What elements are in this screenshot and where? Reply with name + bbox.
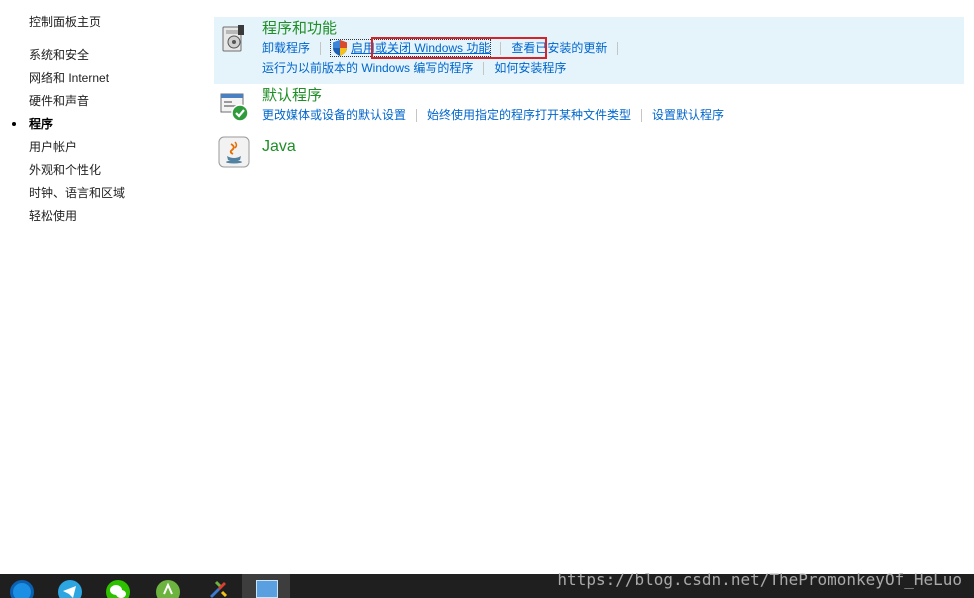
nav-item-network-internet[interactable]: 网络和 Internet: [29, 70, 109, 86]
nav-item-hardware-sound[interactable]: 硬件和声音: [29, 93, 89, 109]
telegram-icon: [58, 580, 82, 598]
programs-features-links-row2: 运行为以前版本的 Windows 编写的程序 如何安装程序: [262, 60, 566, 76]
section-default-programs: 默认程序 更改媒体或设备的默认设置 始终使用指定的程序打开某种文件类型 设置默认程序: [214, 85, 964, 129]
nav-item-control-panel-home[interactable]: 控制面板主页: [29, 14, 101, 30]
taskbar-telegram-button[interactable]: [48, 574, 96, 598]
default-programs-links: 更改媒体或设备的默认设置 始终使用指定的程序打开某种文件类型 设置默认程序: [262, 107, 724, 123]
media-device-defaults-link[interactable]: 更改媒体或设备的默认设置: [262, 107, 406, 123]
separator: [500, 42, 502, 56]
nav-item-ease-of-access[interactable]: 轻松使用: [29, 208, 77, 224]
active-bullet: [12, 122, 16, 126]
separator: [483, 62, 485, 76]
how-to-install-link[interactable]: 如何安装程序: [494, 60, 566, 76]
windows-features-link[interactable]: 启用或关闭 Windows 功能: [330, 39, 492, 57]
separator: [416, 109, 418, 123]
taskbar-android-studio-button[interactable]: [144, 574, 192, 598]
separator: [641, 109, 643, 123]
compat-programs-link[interactable]: 运行为以前版本的 Windows 编写的程序: [262, 60, 473, 76]
nav-item-clock-region[interactable]: 时钟、语言和区域: [29, 185, 125, 201]
tool-icon: [206, 578, 230, 598]
separator: [617, 42, 619, 56]
nav-item-system-security[interactable]: 系统和安全: [29, 47, 89, 63]
taskbar-browser-button[interactable]: [0, 574, 48, 598]
section-title-default-programs[interactable]: 默认程序: [262, 87, 322, 105]
uninstall-program-link[interactable]: 卸载程序: [262, 40, 310, 56]
section-title-programs-features[interactable]: 程序和功能: [262, 20, 337, 38]
nav-item-user-accounts[interactable]: 用户帐户: [29, 139, 77, 155]
wechat-icon: [106, 580, 130, 598]
section-java: Java: [214, 133, 964, 173]
control-panel-icon: [256, 580, 278, 598]
java-icon[interactable]: [218, 136, 250, 168]
view-installed-updates-link[interactable]: 查看已安装的更新: [511, 40, 607, 56]
windows-features-label: 启用或关闭 Windows 功能: [351, 41, 491, 55]
nav-item-appearance[interactable]: 外观和个性化: [29, 162, 101, 178]
android-studio-icon: [156, 580, 180, 598]
file-type-association-link[interactable]: 始终使用指定的程序打开某种文件类型: [427, 107, 631, 123]
watermark-text: https://blog.csdn.net/ThePromonkeyOf_HeL…: [557, 570, 962, 589]
uac-shield-icon: [333, 40, 348, 60]
set-default-programs-link[interactable]: 设置默认程序: [652, 107, 724, 123]
nav-item-programs[interactable]: 程序: [29, 116, 53, 132]
browser-icon: [10, 580, 34, 598]
programs-features-icon[interactable]: [218, 23, 250, 55]
taskbar-wechat-button[interactable]: [96, 574, 144, 598]
default-programs-icon[interactable]: [218, 90, 250, 122]
taskbar-tool-button[interactable]: [192, 574, 240, 598]
section-programs-features: 程序和功能 卸载程序 启用或关闭 Windows 功能 查看已安装的更新 运行为以前…: [214, 17, 964, 84]
programs-features-links: 卸载程序 启用或关闭 Windows 功能 查看已安装的更新: [262, 37, 628, 59]
taskbar-control-panel-button[interactable]: [242, 574, 290, 598]
separator: [320, 42, 322, 56]
section-title-java[interactable]: Java: [262, 138, 296, 156]
